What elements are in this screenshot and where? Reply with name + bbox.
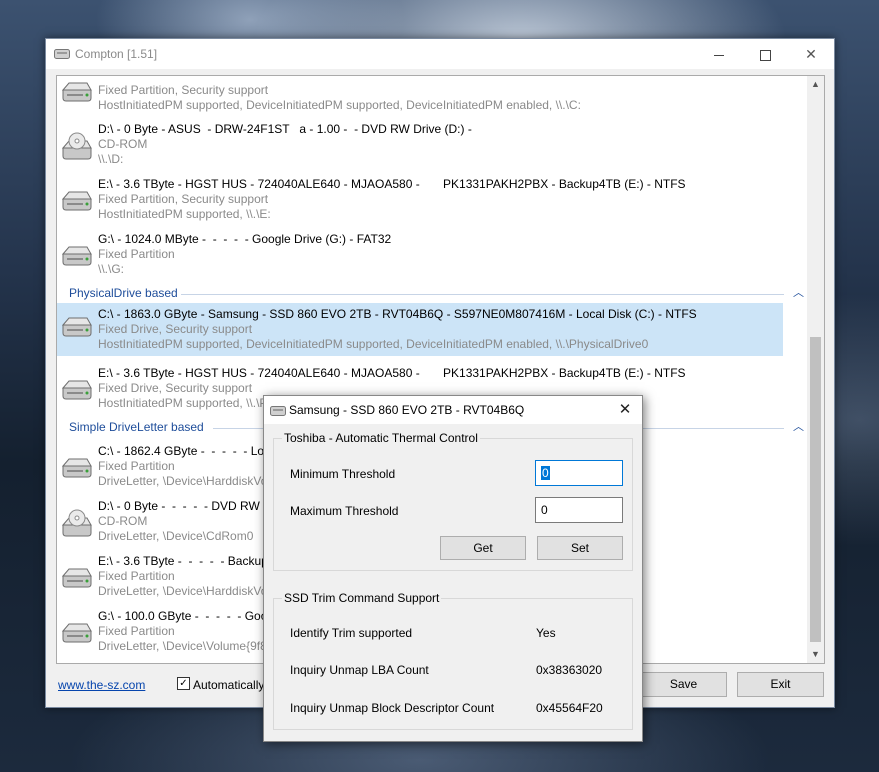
website-link[interactable]: www.the-sz.com (58, 678, 145, 692)
checkmark-icon: ✓ (179, 678, 188, 689)
item-title: E:\ - 3.6 TByte - HGST HUS - 724040ALE64… (98, 366, 686, 380)
group-header-physicaldrive[interactable]: PhysicalDrive based ︿ (69, 286, 804, 302)
get-button[interactable]: Get (440, 536, 526, 560)
item-details: DriveLetter, \Device\Volume{9f8...} (98, 639, 281, 653)
item-type: Fixed Partition (98, 459, 175, 473)
trim-row-label: Identify Trim supported (290, 626, 413, 640)
hard-drive-icon (61, 619, 93, 648)
item-details: \\.\G: (98, 262, 125, 276)
hard-drive-icon (61, 564, 93, 593)
max-threshold-value: 0 (541, 503, 548, 517)
trim-support-group: SSD Trim Command Support Identify Trim s… (273, 591, 633, 730)
trim-row-label: Inquiry Unmap LBA Count (290, 663, 429, 677)
trim-row-label: Inquiry Unmap Block Descriptor Count (290, 701, 495, 715)
hard-drive-icon (61, 376, 93, 405)
hard-drive-icon (61, 187, 93, 216)
dialog-close-button[interactable]: ✕ (614, 399, 636, 421)
item-title: C:\ - 1863.0 GByte - Samsung - SSD 860 E… (98, 307, 697, 321)
group-title: Simple DriveLetter based (69, 420, 204, 434)
group-divider (181, 294, 784, 295)
auto-checkbox-label[interactable]: Automatically (193, 678, 264, 692)
item-type: CD-ROM (98, 137, 148, 151)
minimize-button[interactable] (696, 39, 742, 69)
group-title: PhysicalDrive based (69, 286, 178, 300)
trim-group-title: SSD Trim Command Support (282, 591, 442, 605)
list-item[interactable]: Fixed Partition, Security support HostIn… (57, 76, 783, 122)
max-threshold-label: Maximum Threshold (290, 504, 399, 518)
optical-drive-icon (61, 509, 93, 542)
collapse-chevron-icon[interactable]: ︿ (793, 284, 804, 300)
item-details: HostInitiatedPM supported, \\.\E: (98, 207, 271, 221)
item-type: Fixed Partition (98, 624, 175, 638)
scroll-thumb[interactable] (810, 337, 821, 642)
item-type: Fixed Drive, Security support (98, 322, 253, 336)
hard-drive-icon (61, 78, 93, 107)
save-button[interactable]: Save (640, 672, 727, 697)
item-type: Fixed Drive, Security support (98, 381, 253, 395)
max-threshold-input[interactable]: 0 (535, 497, 623, 523)
exit-button[interactable]: Exit (737, 672, 824, 697)
thermal-group-title: Toshiba - Automatic Thermal Control (282, 431, 480, 445)
list-item[interactable]: D:\ - 0 Byte - ASUS - DRW-24F1ST a - 1.0… (57, 122, 783, 176)
vertical-scrollbar[interactable]: ▲ ▼ (807, 76, 824, 663)
auto-checkbox[interactable]: ✓ (177, 677, 190, 690)
list-item[interactable]: E:\ - 3.6 TByte - HGST HUS - 724040ALE64… (57, 177, 783, 231)
optical-drive-icon (61, 132, 93, 165)
item-type: Fixed Partition, Security support (98, 192, 269, 206)
title-bar[interactable]: Compton [1.51] ✕ (46, 39, 834, 69)
item-details: HostInitiatedPM supported, DeviceInitiat… (98, 337, 649, 351)
hard-drive-icon (61, 313, 93, 342)
item-title: D:\ - 0 Byte - ASUS - DRW-24F1ST a - 1.0… (98, 122, 472, 136)
close-icon: ✕ (805, 46, 817, 62)
app-drive-icon (54, 48, 70, 63)
item-title: G:\ - 1024.0 MByte - - - - - Google Driv… (98, 232, 392, 246)
set-button[interactable]: Set (537, 536, 623, 560)
item-details: HostInitiatedPM supported, DeviceInitiat… (98, 98, 581, 112)
maximize-button[interactable] (742, 39, 788, 69)
collapse-chevron-icon[interactable]: ︿ (793, 418, 804, 434)
item-type: CD-ROM (98, 514, 148, 528)
dialog-drive-icon (270, 405, 286, 420)
item-type: Fixed Partition (98, 247, 175, 261)
close-icon: ✕ (618, 401, 632, 418)
item-type: Fixed Partition (98, 569, 175, 583)
trim-row-value: 0x38363020 (536, 663, 603, 677)
maximize-icon (759, 49, 771, 61)
dialog-title: Samsung - SSD 860 EVO 2TB - RVT04B6Q (289, 403, 525, 417)
thermal-control-group: Toshiba - Automatic Thermal Control Mini… (273, 431, 633, 571)
window-title: Compton [1.51] (75, 47, 158, 61)
scroll-down-icon[interactable]: ▼ (807, 646, 824, 663)
item-details: DriveLetter, \Device\CdRom0 (98, 529, 254, 543)
trim-row-value: 0x45564F20 (536, 701, 603, 715)
list-item[interactable]: G:\ - 1024.0 MByte - - - - - Google Driv… (57, 232, 783, 286)
item-type: Fixed Partition, Security support (98, 83, 269, 97)
hard-drive-icon (61, 242, 93, 271)
item-title: E:\ - 3.6 TByte - HGST HUS - 724040ALE64… (98, 177, 686, 191)
trim-row-value: Yes (536, 626, 556, 640)
dialog-title-bar[interactable]: Samsung - SSD 860 EVO 2TB - RVT04B6Q ✕ (264, 396, 642, 424)
drive-properties-dialog: Samsung - SSD 860 EVO 2TB - RVT04B6Q ✕ T… (263, 395, 643, 742)
scroll-up-icon[interactable]: ▲ (807, 76, 824, 93)
item-details: \\.\D: (98, 152, 124, 166)
min-threshold-label: Minimum Threshold (290, 467, 396, 481)
min-threshold-input[interactable]: 0 (535, 460, 623, 486)
close-button[interactable]: ✕ (788, 39, 834, 69)
minimize-icon (714, 54, 724, 56)
hard-drive-icon (61, 454, 93, 483)
list-item-selected[interactable]: C:\ - 1863.0 GByte - Samsung - SSD 860 E… (57, 303, 783, 356)
min-threshold-value: 0 (541, 466, 550, 480)
